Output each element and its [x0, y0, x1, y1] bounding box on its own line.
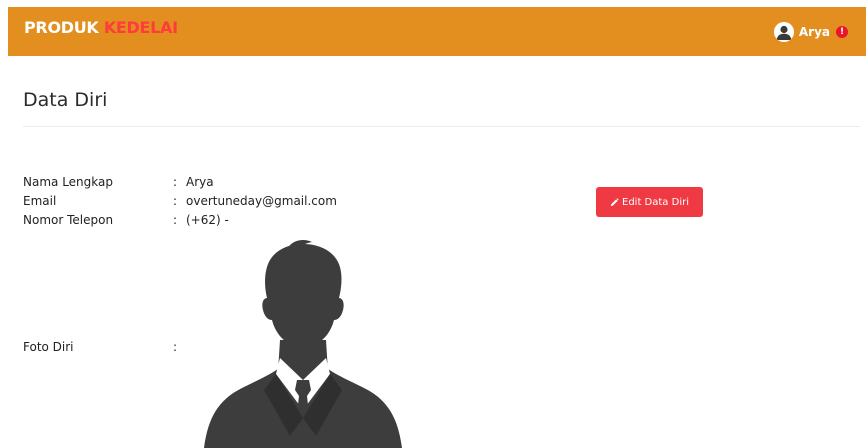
field-value: (+62) -: [186, 213, 229, 227]
pencil-icon: [610, 197, 619, 206]
exclamation-circle-icon[interactable]: !: [836, 26, 848, 38]
edit-profile-button[interactable]: Edit Data Diri: [596, 187, 703, 217]
default-profile-silhouette: [204, 240, 402, 448]
field-separator: :: [173, 194, 178, 208]
field-label: Foto Diri: [23, 340, 74, 354]
field-label: Email: [23, 194, 57, 208]
user-menu[interactable]: Arya !: [773, 21, 848, 43]
top-navbar: PRODUK KEDELAI Arya !: [8, 7, 866, 56]
field-value: overtuneday@gmail.com: [186, 194, 337, 208]
brand-text-accent: KEDELAI: [103, 18, 178, 37]
field-separator: :: [173, 340, 178, 354]
title-divider: [23, 126, 860, 127]
field-separator: :: [173, 213, 178, 227]
field-label: Nomor Telepon: [23, 213, 114, 227]
brand-text-primary: PRODUK: [24, 18, 99, 37]
field-separator: :: [173, 175, 178, 189]
page-title: Data Diri: [23, 89, 108, 111]
field-label: Nama Lengkap: [23, 175, 113, 189]
user-avatar-icon: [773, 22, 794, 42]
user-name: Arya: [798, 25, 830, 39]
edit-profile-label: Edit Data Diri: [622, 196, 689, 208]
field-value: Arya: [186, 175, 214, 189]
brand-logo[interactable]: PRODUK KEDELAI: [24, 18, 178, 37]
profile-photo: [200, 240, 406, 448]
